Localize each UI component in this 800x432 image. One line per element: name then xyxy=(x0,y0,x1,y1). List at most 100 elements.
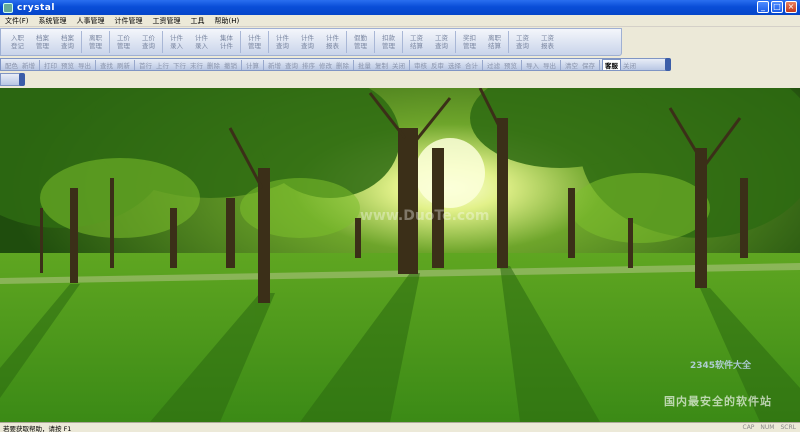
edit-toolbar-button[interactable]: 导出 xyxy=(76,60,93,70)
app-window: crystal _ □ × 文件(F) 系统管理 人事管理 计件管理 工资管理 … xyxy=(0,0,800,432)
edit-toolbar-button[interactable]: 选择 xyxy=(446,60,463,70)
toolbar-separator xyxy=(81,31,82,53)
menu-help[interactable]: 帮助(H) xyxy=(210,16,245,26)
edit-toolbar-button[interactable]: 反审 xyxy=(429,60,446,70)
title-bar: crystal _ □ × xyxy=(0,0,800,15)
toolbar-button[interactable]: 计件 录入 xyxy=(164,29,189,55)
toolbar-button[interactable]: 工资 查询 xyxy=(510,29,535,55)
edit-toolbar-button[interactable]: 预览 xyxy=(502,60,519,70)
edit-toolbar-button[interactable]: 关闭 xyxy=(621,60,638,70)
toolbar-button[interactable]: 扣款 管理 xyxy=(376,29,401,55)
toolbar-button[interactable]: 离职 结算 xyxy=(482,29,507,55)
scroll-indicator: SCRL xyxy=(780,424,796,431)
toolbar-button[interactable]: 计件 查询 xyxy=(295,29,320,55)
toolbar-button[interactable]: 工资 查询 xyxy=(429,29,454,55)
minimize-button[interactable]: _ xyxy=(757,1,769,13)
edit-toolbar-button[interactable]: 删除 xyxy=(205,60,222,70)
toolbar-separator xyxy=(134,59,135,70)
toolbar-button[interactable]: 入职 登记 xyxy=(5,29,30,55)
edit-toolbar-button[interactable]: 查询 xyxy=(283,60,300,70)
window-title: crystal xyxy=(17,2,55,13)
toolbar-separator xyxy=(95,59,96,70)
toolbar-separator xyxy=(346,31,347,53)
toolbar-separator xyxy=(455,31,456,53)
caps-indicator: CAP xyxy=(742,424,755,431)
edit-toolbar-button[interactable]: 首行 xyxy=(137,60,154,70)
toolbar-button[interactable]: 计件 报表 xyxy=(320,29,345,55)
toolbar-button[interactable]: 工价 管理 xyxy=(111,29,136,55)
toolbar-button[interactable]: 工资 结算 xyxy=(404,29,429,55)
toolbar-button[interactable]: 集体 计件 xyxy=(214,29,239,55)
edit-toolbar-button[interactable]: 末行 xyxy=(188,60,205,70)
toolbar-button[interactable]: 假勤 管理 xyxy=(348,29,373,55)
menu-file[interactable]: 文件(F) xyxy=(0,16,34,26)
menu-piecework[interactable]: 计件管理 xyxy=(110,16,148,26)
edit-toolbar-button[interactable]: 修改 xyxy=(317,60,334,70)
edit-toolbar-button[interactable]: 新增 xyxy=(20,60,37,70)
menu-tools[interactable]: 工具 xyxy=(186,16,210,26)
edit-toolbar: 配色 新增 打印 预览 导出 查找 刷新 首行 上行 下行 末行 删除 撤销 计算 新增 查询 排序 修改 删除 批量… xyxy=(0,58,671,71)
toolbar-button[interactable]: 档案 查询 xyxy=(55,29,80,55)
toolbar-separator xyxy=(560,59,561,70)
center-watermark: www.DuoTe.com xyxy=(360,208,490,224)
toolbar-separator xyxy=(109,31,110,53)
edit-toolbar-button[interactable]: 撤销 xyxy=(222,60,239,70)
edit-toolbar-button[interactable]: 导出 xyxy=(541,60,558,70)
toolbar-button[interactable]: 计件 查询 xyxy=(270,29,295,55)
toolbar-separator xyxy=(521,59,522,70)
menu-personnel[interactable]: 人事管理 xyxy=(72,16,110,26)
edit-toolbar-button[interactable]: 批量 xyxy=(356,60,373,70)
edit-toolbar-button[interactable]: 查找 xyxy=(98,60,115,70)
toolbar-separator xyxy=(402,31,403,53)
edit-toolbar-button[interactable]: 下行 xyxy=(171,60,188,70)
edit-toolbar-button[interactable]: 配色 xyxy=(3,60,20,70)
close-button[interactable]: × xyxy=(785,1,797,13)
edit-toolbar-button[interactable]: 排序 xyxy=(300,60,317,70)
edit-toolbar-button[interactable]: 新增 xyxy=(266,60,283,70)
toolbar-button[interactable]: 工资 报表 xyxy=(535,29,560,55)
edit-toolbar-button[interactable]: 预览 xyxy=(59,60,76,70)
toolbar-grip[interactable] xyxy=(19,73,25,86)
menu-bar: 文件(F) 系统管理 人事管理 计件管理 工资管理 工具 帮助(H) xyxy=(0,15,800,27)
toolbar-separator xyxy=(482,59,483,70)
toolbar-button[interactable]: 计件 管理 xyxy=(242,29,267,55)
edit-toolbar-button[interactable]: 保存 xyxy=(580,60,597,70)
edit-toolbar-button[interactable]: 清空 xyxy=(563,60,580,70)
menu-wage[interactable]: 工资管理 xyxy=(148,16,186,26)
edit-toolbar-button[interactable]: 审核 xyxy=(412,60,429,70)
toolbar-separator xyxy=(409,59,410,70)
edit-toolbar-button[interactable]: 导入 xyxy=(524,60,541,70)
toolbar-separator xyxy=(240,31,241,53)
toolbar-button[interactable]: 离职 管理 xyxy=(83,29,108,55)
toolbar-separator xyxy=(353,59,354,70)
status-text: 若要获取帮助，请按 F1 xyxy=(3,424,72,432)
edit-toolbar-button[interactable]: 上行 xyxy=(154,60,171,70)
toolbar-separator xyxy=(241,59,242,70)
edit-toolbar-button[interactable]: 复制 xyxy=(373,60,390,70)
toolbar-button[interactable]: 奖扣 管理 xyxy=(457,29,482,55)
toolbar-button[interactable]: 计件 录入 xyxy=(189,29,214,55)
main-toolbar: 入职 登记 档案 管理 档案 查询 离职 管理 工价 管理 工价 查询 计件 录入 计件 录入… xyxy=(0,28,622,56)
toolbar-button[interactable]: 档案 管理 xyxy=(30,29,55,55)
site-watermark: 国内最安全的软件站 xyxy=(664,395,772,408)
toolbar-separator xyxy=(162,31,163,53)
edit-toolbar-button[interactable]: 打印 xyxy=(42,60,59,70)
menu-system[interactable]: 系统管理 xyxy=(34,16,72,26)
edit-toolbar-button[interactable]: 合计 xyxy=(463,60,480,70)
toolbar-separator xyxy=(268,31,269,53)
num-indicator: NUM xyxy=(760,424,775,431)
toolbar-grip[interactable] xyxy=(665,58,671,71)
edit-toolbar-button[interactable]: 关闭 xyxy=(390,60,407,70)
edit-toolbar-button[interactable]: 刷新 xyxy=(115,60,132,70)
aux-toolbar xyxy=(0,73,25,86)
toolbar-separator xyxy=(599,59,600,70)
edit-toolbar-button[interactable]: 删除 xyxy=(334,60,351,70)
edit-toolbar-button[interactable]: 计算 xyxy=(244,60,261,70)
toolbar-separator xyxy=(39,59,40,70)
toolbar-button[interactable]: 工价 查询 xyxy=(136,29,161,55)
toolbar-separator xyxy=(263,59,264,70)
edit-toolbar-button[interactable]: 过滤 xyxy=(485,60,502,70)
edit-toolbar-button[interactable]: 客服 xyxy=(602,58,621,71)
app-icon xyxy=(3,2,13,13)
maximize-button[interactable]: □ xyxy=(771,1,783,13)
